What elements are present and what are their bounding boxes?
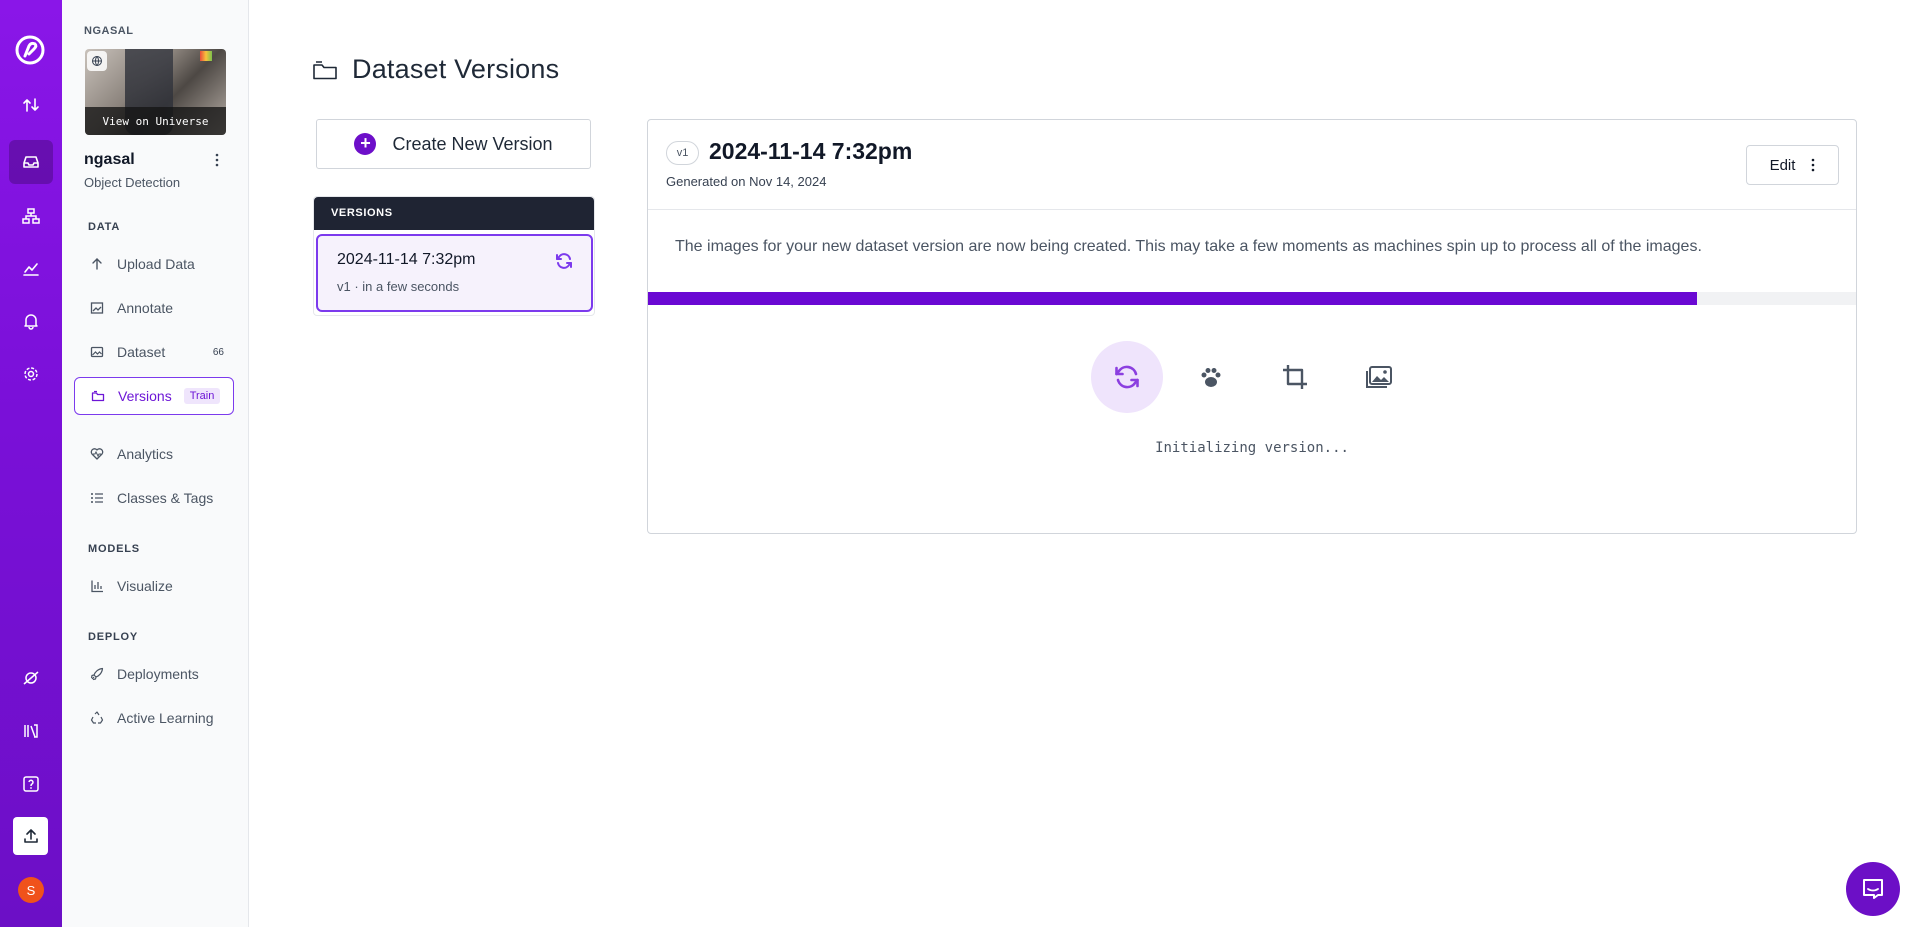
transfer-icon[interactable] (9, 83, 53, 127)
edit-button[interactable]: Edit (1746, 145, 1839, 185)
sidebar-item-upload-data[interactable]: Upload Data (74, 245, 234, 283)
sidebar-item-label: Analytics (117, 446, 174, 462)
versions-list: VERSIONS 2024-11-14 7:32pm v1 · in a few… (313, 196, 595, 316)
avatar[interactable]: S (18, 877, 44, 903)
kebab-menu-icon (1811, 158, 1815, 172)
sidebar-item-classes-tags[interactable]: Classes & Tags (74, 479, 234, 517)
sidebar-item-annotate[interactable]: Annotate (74, 289, 234, 327)
versions-header: VERSIONS (314, 197, 594, 230)
list-icon (89, 490, 105, 506)
inbox-icon[interactable] (9, 140, 53, 184)
sidebar-item-deployments[interactable]: Deployments (74, 655, 234, 693)
status-text: Initializing version... (1155, 440, 1349, 456)
roboflow-logo-icon[interactable] (14, 34, 46, 66)
books-icon[interactable] (9, 709, 53, 753)
progress-fill (648, 292, 1697, 305)
version-detail-header: v1 2024-11-14 7:32pm Generated on Nov 14… (648, 120, 1856, 210)
arrow-up-icon (89, 256, 105, 272)
sidebar-item-visualize[interactable]: Visualize (74, 567, 234, 605)
generation-steps (1091, 341, 1427, 413)
workspace-name[interactable]: NGASAL (84, 25, 133, 37)
project-sidebar: NGASAL View on Universe ngasal Object De… (62, 0, 249, 927)
create-button-label: Create New Version (392, 133, 553, 154)
sidebar-item-dataset[interactable]: Dataset 66 (74, 333, 234, 371)
sidebar-item-label: Active Learning (117, 710, 214, 726)
heart-pulse-icon (89, 446, 105, 462)
section-deploy: DEPLOY (88, 631, 139, 643)
thumbnail-stripe (200, 51, 212, 61)
crop-icon (1259, 341, 1331, 413)
globe-icon (87, 51, 107, 71)
train-badge[interactable]: Train (183, 388, 221, 404)
rocket-icon (89, 666, 105, 682)
sidebar-item-label: Upload Data (117, 256, 195, 272)
images-icon (1343, 341, 1415, 413)
project-name: ngasal (84, 151, 135, 168)
progress-bar (648, 292, 1856, 305)
edit-button-label: Edit (1769, 156, 1796, 174)
refresh-icon (1091, 341, 1163, 413)
create-new-version-button[interactable]: + Create New Version (316, 119, 591, 169)
page-heading: Dataset Versions (352, 54, 560, 84)
planet-icon[interactable] (9, 656, 53, 700)
image-icon (89, 344, 105, 360)
paw-icon (1175, 341, 1247, 413)
dataset-count-badge: 66 (212, 346, 224, 358)
sidebar-item-label: Visualize (117, 578, 173, 594)
sidebar-item-active-learning[interactable]: Active Learning (74, 699, 234, 737)
section-data: DATA (88, 221, 121, 233)
refresh-icon (555, 252, 573, 270)
chat-support-button[interactable] (1846, 862, 1900, 916)
view-on-universe-button[interactable]: View on Universe (85, 107, 226, 135)
version-title: 2024-11-14 7:32pm (709, 138, 913, 164)
sidebar-item-label: Deployments (117, 666, 199, 682)
recycle-icon (89, 710, 105, 726)
project-thumbnail[interactable]: View on Universe (85, 49, 226, 135)
sidebar-item-label: Annotate (117, 300, 174, 316)
folder-icon (312, 58, 340, 82)
version-pill: v1 (666, 141, 699, 165)
versions-icon (90, 388, 106, 404)
page-title: Dataset Versions (312, 54, 559, 85)
generation-message: The images for your new dataset version … (675, 238, 1702, 255)
plus-icon: + (354, 133, 377, 155)
version-card-title: 2024-11-14 7:32pm (337, 251, 476, 268)
version-card[interactable]: 2024-11-14 7:32pm v1 · in a few seconds (316, 234, 593, 312)
icon-rail: S (0, 0, 62, 927)
project-type: Object Detection (84, 175, 181, 190)
chart-icon[interactable] (9, 247, 53, 291)
help-icon[interactable] (9, 762, 53, 806)
version-card-subtitle: v1 · in a few seconds (337, 279, 460, 294)
workflows-icon[interactable] (9, 194, 53, 238)
upload-icon[interactable] (13, 817, 48, 855)
annotate-icon (89, 300, 105, 316)
sidebar-item-label: Dataset (117, 344, 166, 360)
sidebar-item-label: Classes & Tags (117, 490, 214, 506)
kebab-menu-icon[interactable] (208, 151, 226, 169)
bar-chart-icon (89, 578, 105, 594)
generated-date: Generated on Nov 14, 2024 (666, 174, 827, 189)
sidebar-item-versions[interactable]: Versions Train (74, 377, 234, 415)
version-detail-panel: v1 2024-11-14 7:32pm Generated on Nov 14… (647, 119, 1857, 534)
sidebar-item-analytics[interactable]: Analytics (74, 435, 234, 473)
chat-icon (1863, 879, 1883, 899)
bell-icon[interactable] (9, 299, 53, 343)
sidebar-item-label: Versions (118, 388, 172, 404)
section-models: MODELS (88, 543, 140, 555)
settings-icon[interactable] (9, 352, 53, 396)
